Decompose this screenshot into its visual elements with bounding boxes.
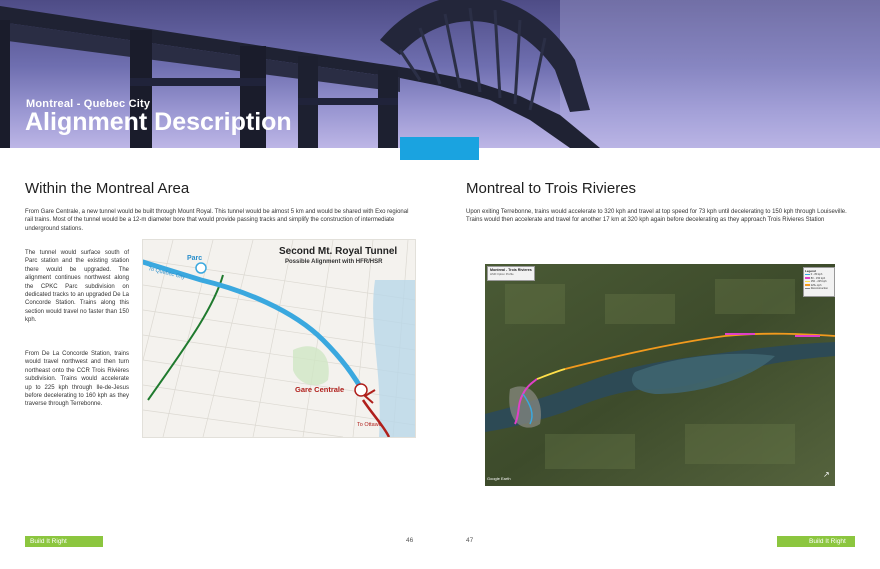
page-number-left: 46 <box>406 537 414 544</box>
map-title-box: Montreal - Trois Rivieres HSR Option Pro… <box>487 266 535 281</box>
label-parc: Parc <box>187 255 203 262</box>
map-title: Second Mt. Royal Tunnel <box>279 246 398 257</box>
page-title: Alignment Description <box>25 108 292 136</box>
tunnel-map: Second Mt. Royal Tunnel Possible Alignme… <box>142 239 416 438</box>
right-intro-text: Upon exiting Terrebonne, trains would ac… <box>466 209 847 224</box>
map-legend: Legend 0 - 80 kph 80 - 150 kph 150 - 225… <box>803 267 835 297</box>
left-para-1: The tunnel would surface south of Parc s… <box>25 250 129 324</box>
page-number-right: 47 <box>466 537 474 544</box>
hero-banner: Montreal - Quebec City Alignment Descrip… <box>0 0 880 148</box>
footer-brand-right: Build It Right <box>777 536 855 547</box>
label-to-ottawa: To Ottawa <box>357 422 382 428</box>
footer-brand-left: Build It Right <box>25 536 103 547</box>
map-subtitle: HSR Option Profile <box>490 272 514 276</box>
right-heading: Montreal to Trois Rivieres <box>466 180 637 197</box>
map-subtitle: Possible Alignment with HFR/HSR <box>285 259 383 265</box>
satellite-map: Montreal - Trois Rivieres HSR Option Pro… <box>485 264 835 486</box>
left-para-2: From De La Concorde Station, trains woul… <box>25 351 129 408</box>
legend-item: Reconstruction <box>805 287 833 291</box>
accent-tab <box>400 137 479 160</box>
map-credit: Google Earth <box>487 476 511 481</box>
left-heading: Within the Montreal Area <box>25 180 190 197</box>
north-arrow-icon: ↗ <box>823 470 830 479</box>
left-intro-text: From Gare Centrale, a new tunnel would b… <box>25 209 409 232</box>
label-gare-centrale: Gare Centrale <box>295 385 345 394</box>
